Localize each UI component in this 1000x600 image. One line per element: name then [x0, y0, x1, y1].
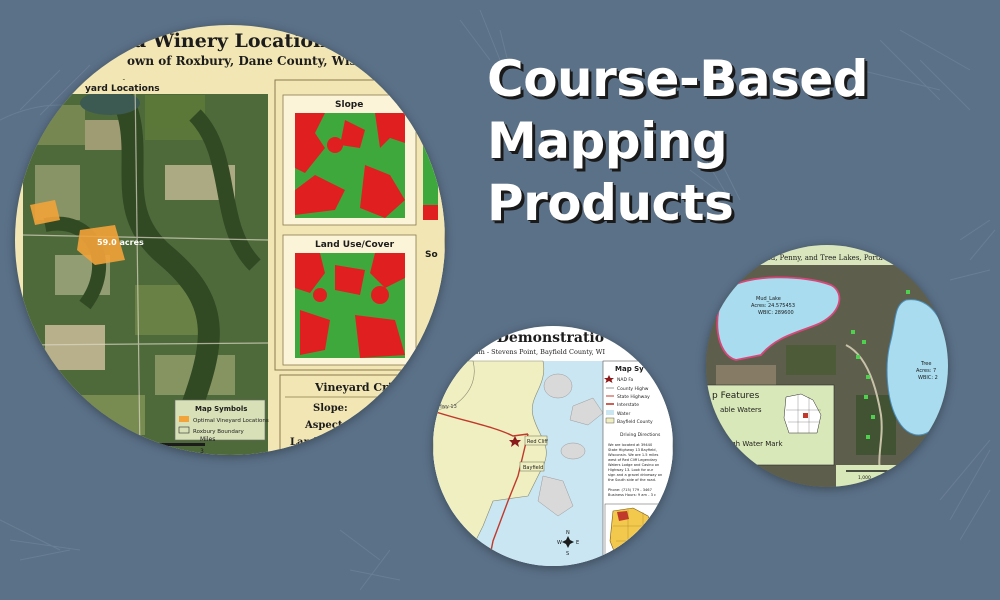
winery-panel-label: yard Locations [85, 84, 160, 94]
lake1-acres: Acres: 24.575453 [751, 303, 795, 309]
lakes-legend-item-3: High Water Mark [724, 440, 783, 448]
lake2-name: Tree [920, 361, 931, 367]
acres-label: 59.0 acres [97, 238, 144, 247]
slope-panel-label: Slope [335, 100, 363, 110]
lakes-scale-tick-2: 2,000 [894, 475, 907, 481]
winery-scale-tick-1: 2.5 [167, 448, 177, 455]
compass-east: E [576, 540, 579, 546]
lakes-legend-title: p Features [712, 391, 760, 401]
bayfield-map-thumbnail: e Demonstratio nsin - Stevens Point, Bay… [433, 326, 673, 566]
directions-line-4: west of Red Cliff Legendary [608, 458, 658, 462]
bayfield-map-subtitle: nsin - Stevens Point, Bayfield County, W… [471, 348, 605, 356]
directions-line-7: sign and a gravel driveway on [608, 473, 662, 477]
compass-south: S [566, 551, 569, 557]
bayfield-legend-item-4: Interstate [617, 402, 639, 408]
bayfield-legend-item-6: Bayfield County [617, 419, 653, 425]
criteria-row-1: Slope: [313, 403, 348, 414]
directions-line-5: Waters Lodge and Casino on [608, 463, 659, 467]
directions-line-2: State Highway 13 Bayfield, [608, 448, 657, 452]
page-title: Course-Based Mapping Products [487, 48, 907, 234]
directions-line-8: the South side of the road. [608, 478, 656, 482]
winery-map-subtitle: own of Roxbury, Dane County, Wisconsi [127, 54, 392, 68]
place-label-bayfield: Bayfield [523, 465, 543, 471]
hours-line: Business Hours: 9 am - 3 c [608, 493, 656, 497]
winery-legend-title: Map Symbols [195, 405, 247, 413]
bayfield-legend-item-3: State Highway [617, 394, 650, 400]
directions-title: Driving Directions [620, 432, 661, 438]
title-line-3: Products [487, 174, 734, 232]
criteria-row-2: Aspect: [304, 420, 346, 431]
title-line-1: Course-Based [487, 50, 869, 108]
title-line-2: Mapping [487, 112, 728, 170]
lakes-map-graphic: lud, Penny, and Tree Lakes, Porta Mud_La… [706, 245, 948, 487]
bayfield-legend-item-1: NAD Fa [617, 377, 634, 383]
lakes-scale-units: Feet [904, 464, 915, 470]
directions-line-3: Wisconsin. We are 1.5 miles [608, 453, 658, 457]
compass-north: N [566, 530, 570, 536]
winery-map-graphic: nd Winery Location own of Roxbury, Dane … [15, 25, 445, 455]
lake2-wbic: WBIC: 2 [918, 375, 938, 381]
landuse-panel-label: Land Use/Cover [315, 240, 395, 250]
lake1-wbic: WBIC: 289600 [758, 310, 794, 316]
winery-legend-item-2: Roxbury Boundary [193, 429, 244, 435]
directions-line-6: Highway 13. Look for our [608, 468, 654, 472]
lake2-acres: Acres: 7 [916, 368, 936, 374]
bayfield-map-graphic: e Demonstratio nsin - Stevens Point, Bay… [433, 326, 673, 566]
bayfield-legend-item-2: County Highw [617, 386, 649, 392]
lakes-legend-item-2: 98 [712, 423, 721, 431]
bayfield-legend-title: Map Sy [615, 365, 644, 373]
winery-map-title: nd Winery Location [119, 30, 327, 52]
criteria-title: Vineyard Cri [314, 381, 392, 394]
phone-line: Phone: (715) 779 - 3467 [608, 488, 652, 492]
compass-west: W [557, 540, 562, 546]
side-panel-label: So [425, 250, 438, 260]
lakes-legend-item-1: able Waters [720, 406, 762, 414]
bayfield-legend-item-5: Water [617, 411, 630, 417]
bayfield-map-title: e Demonstratio [483, 330, 604, 346]
place-label-red-cliff: Red Cliff [527, 439, 548, 445]
lakes-map-thumbnail: lud, Penny, and Tree Lakes, Porta Mud_La… [706, 245, 948, 487]
criteria-row-3: Land Use/C [290, 437, 354, 448]
winery-map-thumbnail: nd Winery Location own of Roxbury, Dane … [15, 25, 445, 455]
highway-label: Hwy 13 [438, 404, 457, 410]
lakes-map-title: lud, Penny, and Tree Lakes, Porta [764, 254, 883, 262]
winery-scale-units: Miles [200, 436, 215, 443]
lakes-scale-tick-1: 1,000 [858, 475, 871, 481]
directions-line-1: We are located at 39440 [608, 443, 653, 447]
winery-legend-item-1: Optimal Vineyard Locations [193, 418, 269, 424]
lake1-name: Mud_Lake [756, 296, 781, 302]
winery-scale-tick-2: 3 [200, 448, 204, 455]
